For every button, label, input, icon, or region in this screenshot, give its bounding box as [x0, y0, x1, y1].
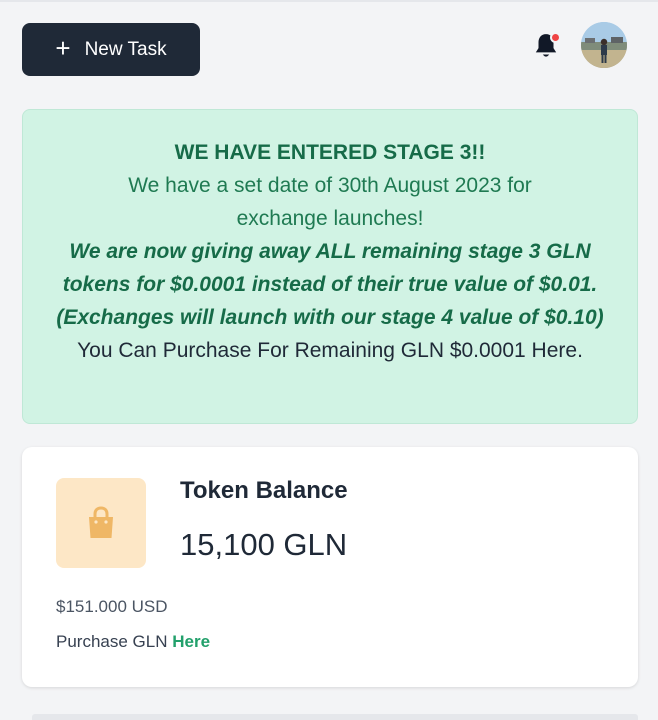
- announcement-highlight: We are now giving away ALL remaining sta…: [56, 240, 604, 329]
- new-task-label: New Task: [84, 38, 167, 60]
- purchase-prefix: Purchase GLN: [56, 632, 168, 651]
- plus-icon: +: [55, 33, 71, 63]
- token-balance-card: Token Balance 15,100 GLN $151.000 USD Pu…: [22, 447, 638, 687]
- token-balance-amount: 15,100 GLN: [180, 527, 348, 562]
- announcement-purchase-text[interactable]: You Can Purchase For Remaining GLN $0.00…: [23, 334, 637, 367]
- purchase-gln-line: Purchase GLN Here: [56, 632, 210, 652]
- announcement-subtext: We have a set date of 30th August 2023 f…: [128, 174, 532, 230]
- next-card-edge: [32, 714, 638, 720]
- announcement-heading: WE HAVE ENTERED STAGE 3!!: [174, 141, 486, 164]
- shopping-bag-icon: [89, 506, 113, 538]
- user-avatar[interactable]: [581, 22, 627, 68]
- avatar-photo: [581, 22, 627, 68]
- token-balance-title: Token Balance: [180, 477, 348, 504]
- bag-icon-box: [56, 478, 146, 568]
- top-bar: + New Task: [0, 0, 658, 100]
- stage-announcement-banner: WE HAVE ENTERED STAGE 3!! We have a set …: [22, 109, 638, 424]
- new-task-button[interactable]: + New Task: [22, 23, 200, 76]
- usd-value: $151.000 USD: [56, 597, 168, 616]
- notifications-button[interactable]: [533, 32, 563, 64]
- purchase-here-link[interactable]: Here: [172, 632, 210, 651]
- notification-dot: [550, 32, 561, 43]
